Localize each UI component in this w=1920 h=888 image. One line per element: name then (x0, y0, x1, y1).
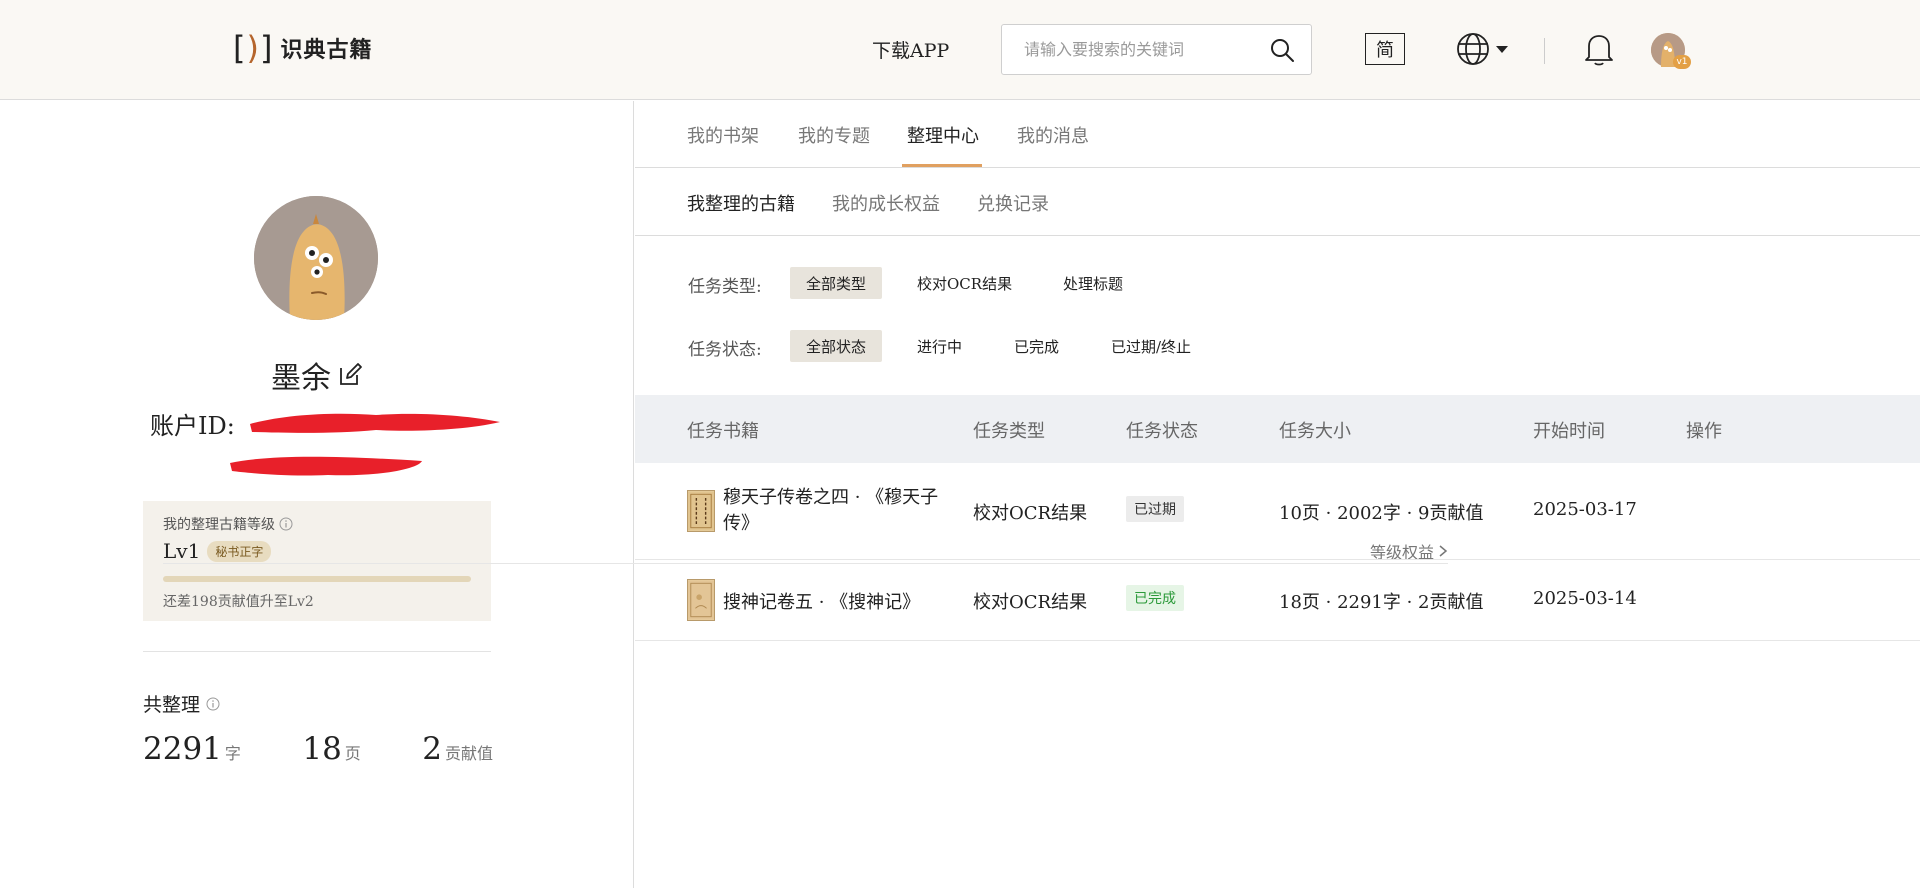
filter-type-ocr[interactable]: 校对OCR结果 (901, 267, 1028, 299)
bell-icon[interactable] (1583, 31, 1615, 67)
filter-status-expired[interactable]: 已过期/终止 (1095, 330, 1207, 362)
level-badge: 秘书正字 (207, 540, 272, 562)
tab-topics[interactable]: 我的专题 (798, 122, 870, 148)
level-card: 我的整理古籍等级 Lv1 秘书正字 等级权益 还差198贡献值升至Lv2 (143, 501, 1448, 621)
nickname: 墨余 (271, 361, 331, 396)
user-avatar[interactable]: v1 (1651, 33, 1691, 69)
simplified-chinese-toggle[interactable]: 简 (1365, 33, 1405, 65)
avatar-image (254, 196, 378, 320)
subtab-my-books[interactable]: 我整理的古籍 (687, 190, 795, 216)
task-type-label: 任务类型: (688, 277, 762, 297)
tab-messages[interactable]: 我的消息 (1017, 122, 1089, 148)
logo-mark-icon: [)] (233, 29, 273, 67)
task-size: 10页 · 2002字 · 9贡献值 (1279, 503, 1484, 524)
stat-characters: 2291 字 (143, 731, 241, 767)
filter-status-in-progress[interactable]: 进行中 (901, 330, 978, 362)
header-divider (1544, 38, 1545, 64)
redacted-account-id-2 (230, 456, 422, 476)
total-title-row: 共整理 (143, 690, 220, 717)
info-icon[interactable] (279, 517, 293, 531)
column-header-status: 任务状态 (1126, 421, 1198, 442)
column-header-type: 任务类型 (973, 421, 1045, 442)
stat-unit: 贡献值 (444, 744, 493, 763)
info-icon[interactable] (206, 697, 220, 711)
avatar-level-badge: v1 (1673, 55, 1691, 69)
table-header: 任务书籍 任务类型 任务状态 任务大小 开始时间 操作 (635, 395, 1920, 463)
stat-contribution: 2 贡献值 (422, 731, 493, 767)
book-cover-thumbnail (687, 490, 715, 532)
filter-type-title[interactable]: 处理标题 (1047, 267, 1139, 299)
profile-panel: 墨余 账户ID: 我的整理古籍等级 Lv1 秘书正字 等级权益 还差198贡献值… (0, 101, 1448, 888)
task-size: 18页 · 2291字 · 2贡献值 (1279, 592, 1484, 613)
tab-organize-center[interactable]: 整理中心 (907, 122, 979, 148)
download-app-link[interactable]: 下载APP (872, 36, 949, 63)
column-header-book: 任务书籍 (687, 421, 759, 442)
task-type: 校对OCR结果 (973, 592, 1088, 613)
account-id-label: 账户ID: (150, 412, 235, 440)
stats-row: 2291 字 18 页 2 贡献值 (143, 731, 493, 767)
subtab-redeem-records[interactable]: 兑换记录 (977, 190, 1049, 216)
book-title[interactable]: 穆天子传卷之四 · 《穆天子 传》 (723, 485, 943, 537)
logo-text: 识典古籍 (280, 37, 373, 63)
stat-value: 2 (422, 731, 442, 767)
globe-icon (1457, 33, 1489, 65)
start-time: 2025-03-17 (1533, 499, 1637, 520)
divider (143, 651, 491, 652)
profile-avatar (254, 196, 378, 320)
search-box (1001, 24, 1312, 75)
level-card-title: 我的整理古籍等级 (163, 517, 275, 533)
table-row[interactable]: 穆天子传卷之四 · 《穆天子 传》 校对OCR结果 已过期 10页 · 2002… (635, 463, 1920, 560)
book-title-line1: 穆天子传卷之四 · 《穆天子 (723, 487, 939, 508)
book-title-line2: 传》 (723, 513, 759, 534)
stat-unit: 字 (224, 744, 241, 763)
level-value: Lv1 (163, 539, 201, 563)
sub-tabs: 我整理的古籍 我的成长权益 兑换记录 (635, 168, 1920, 236)
redacted-account-id (250, 413, 500, 433)
search-input[interactable] (1024, 40, 1269, 59)
stat-value: 2291 (143, 731, 222, 767)
active-tab-indicator (902, 164, 982, 167)
stat-pages: 18 页 (302, 731, 360, 767)
column-header-size: 任务大小 (1279, 421, 1351, 442)
filter-status-completed[interactable]: 已完成 (998, 330, 1075, 362)
status-badge: 已完成 (1126, 585, 1184, 611)
level-hint: 还差198贡献值升至Lv2 (163, 594, 314, 610)
book-cover-thumbnail (687, 579, 715, 621)
task-type: 校对OCR结果 (973, 503, 1088, 524)
main-tabs: 我的书架 我的专题 整理中心 我的消息 (635, 101, 1920, 168)
nickname-row: 墨余 (0, 353, 634, 397)
edit-icon[interactable] (337, 362, 363, 388)
logo[interactable]: [)] 识典古籍 (233, 30, 372, 66)
level-display: Lv1 秘书正字 (163, 539, 272, 563)
stat-unit: 页 (344, 744, 361, 763)
tab-bookshelf[interactable]: 我的书架 (687, 122, 759, 148)
stat-value: 18 (302, 731, 342, 767)
search-icon[interactable] (1269, 37, 1295, 63)
filter-status-all[interactable]: 全部状态 (790, 330, 883, 362)
level-progress-bar (163, 576, 471, 582)
status-badge: 已过期 (1126, 496, 1184, 522)
table-row[interactable]: 搜神记卷五 · 《搜神记》 校对OCR结果 已完成 18页 · 2291字 · … (635, 560, 1920, 641)
filter-type-all[interactable]: 全部类型 (790, 267, 883, 299)
task-status-label: 任务状态: (688, 340, 762, 360)
column-header-action: 操作 (1686, 421, 1722, 442)
language-dropdown[interactable] (1456, 32, 1510, 66)
subtab-growth-rights[interactable]: 我的成长权益 (832, 190, 940, 216)
book-title[interactable]: 搜神记卷五 · 《搜神记》 (723, 588, 920, 614)
level-card-title-row: 我的整理古籍等级 (163, 514, 471, 534)
start-time: 2025-03-14 (1533, 588, 1637, 609)
total-title: 共整理 (143, 694, 201, 716)
caret-down-icon (1496, 46, 1508, 53)
top-header: [)] 识典古籍 下载APP 简 (0, 0, 1920, 100)
column-header-start: 开始时间 (1533, 421, 1605, 442)
